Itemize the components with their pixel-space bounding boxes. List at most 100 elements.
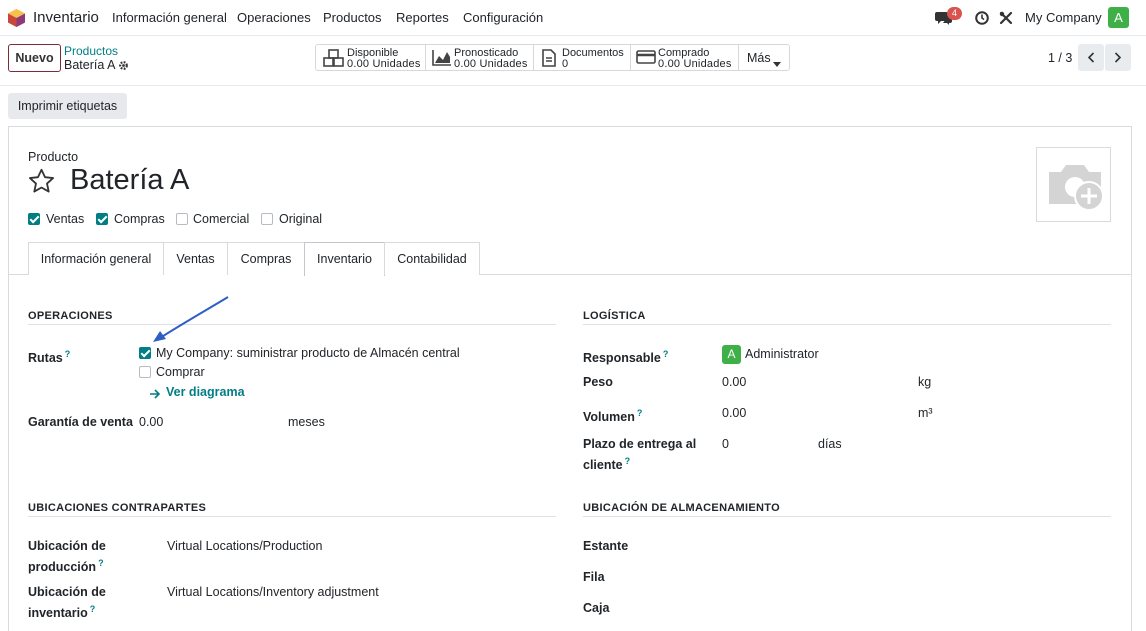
help-icon[interactable]: ? <box>65 349 71 359</box>
volumen-label: Volumen? <box>583 408 643 425</box>
clock-icon[interactable] <box>975 11 989 28</box>
tab-inventario[interactable]: Inventario <box>304 242 385 276</box>
menu-productos[interactable]: Productos <box>323 10 382 25</box>
caja-label: Caja <box>583 601 610 615</box>
menu-configuracion[interactable]: Configuración <box>463 10 543 25</box>
plazo-entrega-unit: días <box>818 437 842 451</box>
help-icon[interactable]: ? <box>90 604 96 614</box>
user-avatar[interactable]: A <box>1108 7 1129 28</box>
help-icon[interactable]: ? <box>637 408 643 418</box>
stat-documentos-value: 0 <box>562 58 569 70</box>
rutas-label: Rutas? <box>28 349 71 366</box>
product-image-placeholder[interactable] <box>1036 147 1111 222</box>
original-checkbox[interactable] <box>261 213 273 225</box>
breadcrumb-productos[interactable]: Productos <box>64 44 118 58</box>
caret-down-icon <box>773 55 781 70</box>
tools-icon[interactable] <box>999 11 1013 28</box>
peso-input[interactable]: 0.00 <box>722 375 746 389</box>
ubicacion-inventario-input[interactable]: Virtual Locations/Inventory adjustment <box>167 585 379 599</box>
tab-ventas[interactable]: Ventas <box>163 242 228 275</box>
document-icon <box>542 49 556 67</box>
stat-comprado-value: 0.00 Unidades <box>658 58 732 70</box>
company-switcher[interactable]: My Company <box>1025 10 1102 25</box>
garantia-venta-input[interactable]: 0.00 <box>139 415 163 429</box>
compras-checkbox-label: Compras <box>114 212 165 226</box>
menu-reportes[interactable]: Reportes <box>396 10 449 25</box>
smart-buttons: Disponible 0.00 Unidades Pronosticado 0.… <box>315 44 790 71</box>
garantia-venta-label: Garantía de venta <box>28 415 133 429</box>
credit-card-icon <box>636 50 656 64</box>
plazo-entrega-label: Plazo de entrega al cliente? <box>583 437 697 473</box>
estante-label: Estante <box>583 539 629 553</box>
ventas-checkbox[interactable] <box>28 213 40 225</box>
stat-pronosticado-value: 0.00 Unidades <box>454 58 528 70</box>
camera-add-icon <box>1049 165 1104 211</box>
responsable-input[interactable]: Administrator <box>745 347 819 361</box>
operaciones-divider <box>28 324 556 325</box>
pager-value[interactable]: 1 / 3 <box>1048 51 1072 65</box>
top-navbar: Inventario Información general Operacion… <box>0 0 1146 36</box>
responsable-label: Responsable? <box>583 349 669 366</box>
ventas-checkbox-label: Ventas <box>46 212 85 226</box>
stat-disponible[interactable]: Disponible 0.00 Unidades <box>316 45 426 70</box>
arrow-right-icon <box>149 387 161 402</box>
comercial-checkbox-label: Comercial <box>193 212 250 226</box>
boxes-icon <box>323 49 344 67</box>
ubicaciones-contrapartes-title: UBICACIONES CONTRAPARTES <box>28 502 207 514</box>
fila-label: Fila <box>583 570 605 584</box>
menu-operaciones[interactable]: Operaciones <box>237 10 311 25</box>
volumen-unit: m³ <box>918 406 933 420</box>
ubicacion-almacenamiento-title: UBICACIÓN DE ALMACENAMIENTO <box>583 502 780 514</box>
volumen-input[interactable]: 0.00 <box>722 406 746 420</box>
stat-documentos[interactable]: Documentos 0 <box>534 45 631 70</box>
tab-contabilidad[interactable]: Contabilidad <box>384 242 480 275</box>
peso-label: Peso <box>583 375 613 389</box>
help-icon[interactable]: ? <box>663 349 669 359</box>
comercial-checkbox[interactable] <box>176 213 188 225</box>
chevron-left-icon <box>1087 52 1095 63</box>
control-panel: Nuevo Productos Batería A Disponible 0.0… <box>0 36 1146 86</box>
garantia-unit: meses <box>288 415 325 429</box>
pager-next-button[interactable] <box>1105 44 1131 71</box>
more-button[interactable]: Más <box>739 45 789 70</box>
app-name[interactable]: Inventario <box>33 9 99 26</box>
app-logo-icon[interactable] <box>8 9 25 30</box>
area-chart-icon <box>432 50 451 66</box>
product-name-title[interactable]: Batería A <box>70 164 189 197</box>
help-icon[interactable]: ? <box>98 558 104 568</box>
menu-informacion-general[interactable]: Información general <box>112 10 227 25</box>
gear-icon[interactable] <box>118 59 129 74</box>
annotation-arrow-icon <box>150 294 232 349</box>
chevron-right-icon <box>1114 52 1122 63</box>
ver-diagrama-link[interactable]: Ver diagrama <box>166 385 245 399</box>
pager-previous-button[interactable] <box>1078 44 1104 71</box>
tab-compras[interactable]: Compras <box>227 242 305 275</box>
tab-informacion-general[interactable]: Información general <box>28 242 164 275</box>
new-button[interactable]: Nuevo <box>8 44 61 72</box>
star-icon[interactable] <box>28 168 55 197</box>
route-comprar-label: Comprar <box>156 365 205 379</box>
plazo-entrega-input[interactable]: 0 <box>722 437 729 451</box>
more-button-label: Más <box>747 51 771 65</box>
route-comprar-checkbox[interactable] <box>139 366 151 378</box>
ubicacion-produccion-input[interactable]: Virtual Locations/Production <box>167 539 322 553</box>
original-checkbox-label: Original <box>279 212 323 226</box>
logistica-divider <box>583 324 1111 325</box>
print-labels-button[interactable]: Imprimir etiquetas <box>8 93 127 119</box>
compras-checkbox[interactable] <box>96 213 108 225</box>
chat-count-badge: 4 <box>947 7 962 20</box>
almacenamiento-divider <box>583 516 1111 517</box>
help-icon[interactable]: ? <box>625 456 631 466</box>
logistica-section-title: LOGÍSTICA <box>583 310 646 322</box>
stat-pronosticado[interactable]: Pronosticado 0.00 Unidades <box>426 45 534 70</box>
responsable-avatar: A <box>722 345 741 364</box>
breadcrumb-current: Batería A <box>64 58 116 72</box>
stat-documentos-label: Documentos <box>562 47 624 59</box>
contrapartes-divider <box>28 516 556 517</box>
ubicacion-inventario-label: Ubicación de inventario? <box>28 585 106 621</box>
peso-unit: kg <box>918 375 932 389</box>
product-label: Producto <box>28 150 79 164</box>
operaciones-section-title: OPERACIONES <box>28 310 113 322</box>
stat-comprado[interactable]: Comprado 0.00 Unidades <box>631 45 739 70</box>
ubicacion-produccion-label: Ubicación de producción? <box>28 539 106 575</box>
